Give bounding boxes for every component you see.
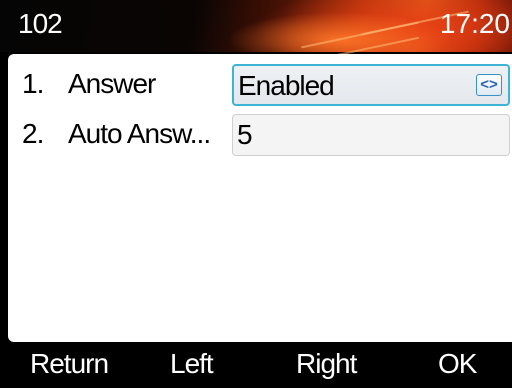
setting-label-text: Auto Answ...	[68, 118, 211, 149]
setting-number: 2.	[22, 118, 44, 149]
answer-select[interactable]: Enabled <>	[232, 64, 510, 106]
setting-row-answer[interactable]: 1. Answer Enabled <>	[8, 60, 512, 110]
setting-label: 1. Answer	[22, 68, 156, 100]
status-bar: 102 17:20	[0, 0, 512, 58]
extension-number: 102	[18, 8, 63, 39]
softkey-right[interactable]: Right	[296, 348, 357, 380]
setting-number: 1.	[22, 68, 44, 99]
auto-answer-input-value: 5	[237, 119, 253, 150]
answer-select-value: Enabled	[238, 70, 335, 101]
softkey-return[interactable]: Return	[30, 348, 109, 380]
phone-screen: 102 17:20 1. Answer Enabled <> 2. Auto Ans…	[0, 0, 512, 388]
setting-label-text: Answer	[68, 68, 156, 99]
auto-answer-input[interactable]: 5	[232, 114, 510, 156]
setting-label: 2. Auto Answ...	[22, 118, 211, 150]
softkey-bar: Return Left Right OK	[0, 342, 512, 388]
softkey-left[interactable]: Left	[170, 348, 214, 380]
clock-time: 17:20	[439, 8, 510, 39]
left-right-arrows-icon[interactable]: <>	[476, 74, 502, 96]
settings-panel: 1. Answer Enabled <> 2. Auto Answ... 5	[8, 54, 512, 342]
softkey-ok[interactable]: OK	[438, 348, 477, 380]
setting-row-auto-answer[interactable]: 2. Auto Answ... 5	[8, 110, 512, 160]
